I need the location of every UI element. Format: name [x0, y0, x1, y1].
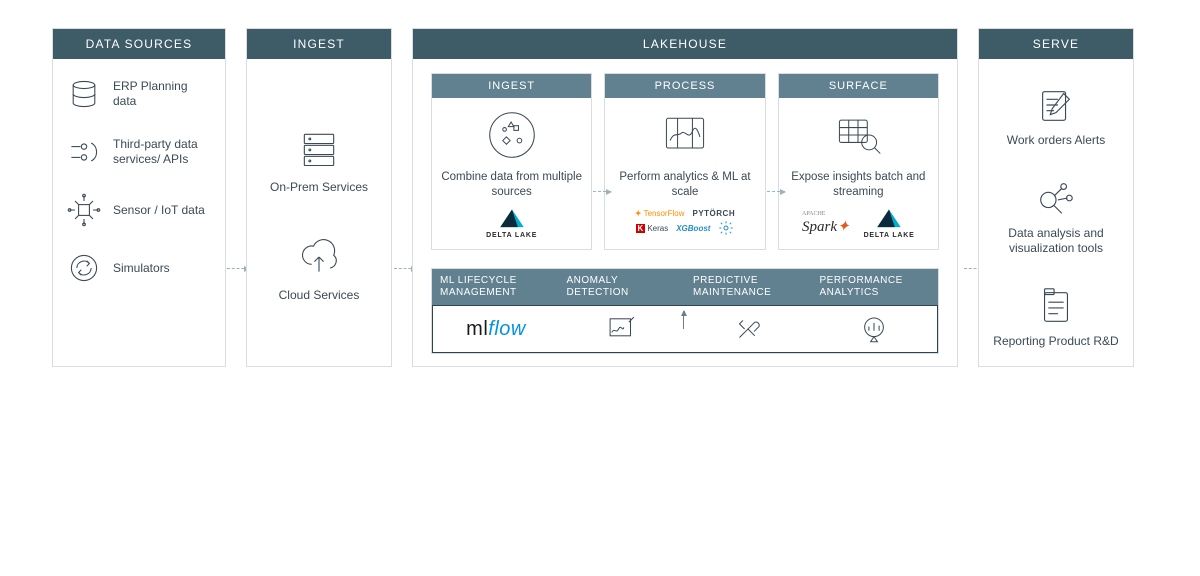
lakehouse-card-surface: SURFACE Expose insights batch and stream…: [778, 73, 939, 250]
lh-card-logos: ✦TensorFlow PYTÖRCH KKeras XGBoost: [635, 208, 735, 238]
sim-icon: [65, 249, 103, 287]
serve-label: Data analysis and visualization tools: [991, 226, 1121, 256]
delta-lake-logo: DELTA LAKE: [864, 208, 915, 239]
cloud-upload-icon: [296, 234, 342, 280]
dataviz-icon: [1034, 176, 1078, 220]
arrow-lh-ingest-to-process: [593, 191, 611, 192]
report-icon: [1034, 284, 1078, 328]
server-icon: [296, 126, 342, 172]
lakehouse-stages: INGEST Combine data from multiple source…: [431, 73, 939, 250]
source-label: ERP Planning data: [113, 79, 213, 109]
column-data-sources: DATA SOURCES ERP Planning data Third-par…: [52, 28, 226, 367]
lh-card-desc: Expose insights batch and streaming: [787, 170, 930, 200]
xgboost-logo: XGBoost: [676, 224, 710, 233]
serve-item-dataviz: Data analysis and visualization tools: [991, 176, 1121, 256]
api-icon: [65, 133, 103, 171]
source-item-erp: ERP Planning data: [65, 75, 213, 113]
delta-lake-text: DELTA LAKE: [486, 232, 537, 239]
ingest-label: Cloud Services: [279, 288, 360, 302]
source-label: Simulators: [113, 261, 170, 276]
column-lakehouse: LAKEHOUSE INGEST Combine data from multi…: [412, 28, 958, 367]
source-item-api: Third-party data services/ APIs: [65, 133, 213, 171]
source-item-iot: Sensor / IoT data: [65, 191, 213, 229]
lh-card-desc: Combine data from multiple sources: [440, 170, 583, 200]
mlflow-logo: mlflow: [433, 306, 559, 352]
serve-item-reporting: Reporting Product R&D: [991, 284, 1121, 349]
arrow-bottom-to-process: [683, 311, 684, 329]
cap-header: PREDICTIVE MAINTENANCE: [685, 269, 812, 305]
source-label: Sensor / IoT data: [113, 203, 205, 218]
lh-card-header: PROCESS: [605, 74, 764, 98]
pytorch-logo: PYTÖRCH: [692, 209, 735, 218]
cap-header: ANOMALY DETECTION: [559, 269, 686, 305]
architecture-diagram: DATA SOURCES ERP Planning data Third-par…: [0, 0, 1200, 576]
source-label: Third-party data services/ APIs: [113, 137, 213, 167]
serve-item-workorders: Work orders Alerts: [991, 83, 1121, 148]
source-item-sim: Simulators: [65, 249, 213, 287]
surface-icon: [831, 108, 885, 162]
gear-icon: [718, 220, 734, 238]
serve-label: Reporting Product R&D: [993, 334, 1118, 349]
ingest-item-onprem: On-Prem Services: [259, 126, 379, 194]
serve-label: Work orders Alerts: [1007, 133, 1105, 148]
tools-icon: [685, 306, 811, 352]
iot-icon: [65, 191, 103, 229]
lh-card-desc: Perform analytics & ML at scale: [613, 170, 756, 200]
delta-lake-text: DELTA LAKE: [864, 232, 915, 239]
column-header-lakehouse: LAKEHOUSE: [413, 29, 957, 59]
column-header-serve: SERVE: [979, 29, 1133, 59]
cap-header: ML LIFECYCLE MANAGEMENT: [432, 269, 559, 305]
workorder-icon: [1034, 83, 1078, 127]
combine-icon: [485, 108, 539, 162]
lakehouse-card-ingest: INGEST Combine data from multiple source…: [431, 73, 592, 250]
cap-header: PERFORMANCE ANALYTICS: [812, 269, 939, 305]
lakehouse-card-process: PROCESS Perform analytics & ML at scale …: [604, 73, 765, 250]
lh-card-header: SURFACE: [779, 74, 938, 98]
delta-lake-logo: DELTA LAKE: [486, 208, 537, 239]
ingest-label: On-Prem Services: [270, 180, 368, 194]
capabilities-header-row: ML LIFECYCLE MANAGEMENT ANOMALY DETECTIO…: [432, 269, 938, 305]
spark-logo: APACHE Spark✦: [802, 211, 850, 236]
process-icon: [658, 108, 712, 162]
ingest-item-cloud: Cloud Services: [259, 234, 379, 302]
column-serve: SERVE Work orders Alerts Data analysis a…: [978, 28, 1134, 367]
tensorflow-logo: ✦TensorFlow: [635, 209, 685, 218]
arrow-lh-process-to-surface: [767, 191, 785, 192]
anomaly-icon: [559, 306, 685, 352]
lh-card-logos: APACHE Spark✦ DELTA LAKE: [802, 208, 915, 239]
column-header-ingest: INGEST: [247, 29, 391, 59]
lh-card-header: INGEST: [432, 74, 591, 98]
analytics-icon: [811, 306, 937, 352]
column-header-data-sources: DATA SOURCES: [53, 29, 225, 59]
lh-card-logos: DELTA LAKE: [486, 208, 537, 239]
column-ingest: INGEST On-Prem Services Cloud Services: [246, 28, 392, 367]
erp-icon: [65, 75, 103, 113]
keras-logo: KKeras: [636, 224, 669, 233]
